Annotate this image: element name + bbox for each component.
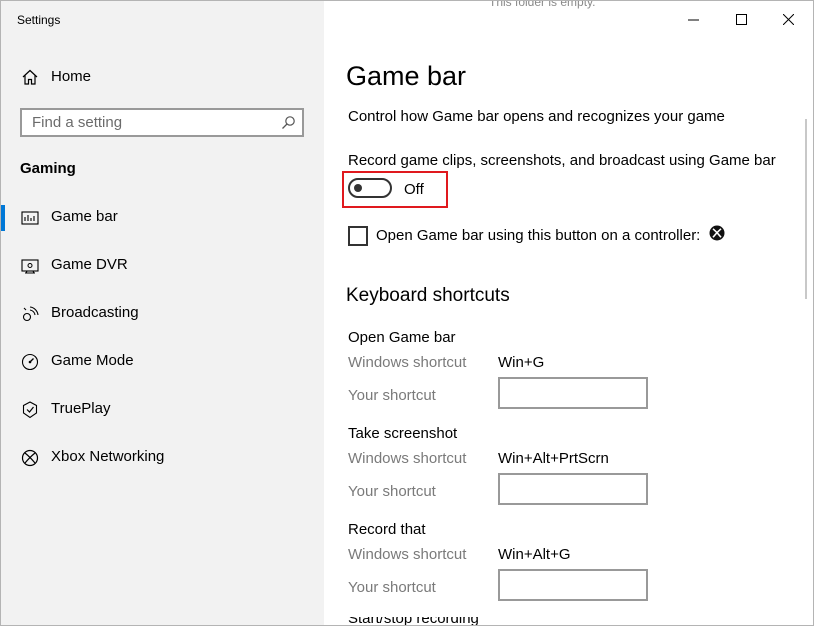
sidebar-item-game-bar[interactable]: Game bar [1,195,324,243]
xbox-icon [21,449,39,467]
sidebar-item-label: Game Mode [51,352,134,369]
shortcut-record-that: Record that Windows shortcut Win+Alt+G Y… [348,521,808,617]
settings-window: This folder is empty. Settings Home Gami… [0,0,814,626]
broadcasting-icon [22,306,39,322]
game-dvr-icon [21,259,39,274]
windows-shortcut-label: Windows shortcut [348,546,467,563]
cut-off-shortcut-title: Start/stop recording [348,617,479,626]
shortcut-take-screenshot: Take screenshot Windows shortcut Win+Alt… [348,425,808,521]
sidebar-item-label: Xbox Networking [51,448,165,465]
sidebar-item-xbox-networking[interactable]: Xbox Networking [1,435,324,483]
page-description: Control how Game bar opens and recognize… [348,108,725,125]
search-box[interactable] [20,108,304,137]
windows-shortcut-value: Win+Alt+PrtScrn [498,450,609,467]
record-toggle-label: Record game clips, screenshots, and broa… [348,152,776,169]
sidebar-item-trueplay[interactable]: TruePlay [1,387,324,435]
sidebar-item-game-mode[interactable]: Game Mode [1,339,324,387]
nav-home[interactable]: Home [1,59,324,95]
your-shortcut-label: Your shortcut [348,387,436,404]
main-content: Game bar Control how Game bar opens and … [324,1,813,625]
shortcut-title: Record that [348,521,426,538]
sidebar: Settings Home Gaming Game bar [1,1,324,625]
section-title: Gaming [20,160,76,177]
shortcut-title: Open Game bar [348,329,456,346]
sidebar-item-label: TruePlay [51,400,111,417]
sidebar-item-broadcasting[interactable]: Broadcasting [1,291,324,339]
window-title: Settings [17,13,61,27]
sidebar-item-game-dvr[interactable]: Game DVR [1,243,324,291]
sidebar-item-label: Game bar [51,208,118,225]
windows-shortcut-value: Win+Alt+G [498,546,571,563]
controller-checkbox-label[interactable]: Open Game bar using this button on a con… [376,227,700,244]
shortcut-open-game-bar: Open Game bar Windows shortcut Win+G You… [348,329,808,425]
windows-shortcut-label: Windows shortcut [348,450,467,467]
your-shortcut-label: Your shortcut [348,483,436,500]
your-shortcut-input[interactable] [498,569,648,601]
record-toggle[interactable] [348,178,392,198]
your-shortcut-label: Your shortcut [348,579,436,596]
page-title: Game bar [346,61,467,91]
sidebar-item-label: Broadcasting [51,304,139,321]
record-toggle-state: Off [404,181,424,198]
your-shortcut-input[interactable] [498,473,648,505]
toggle-knob [354,184,362,192]
sidebar-item-label: Game DVR [51,256,128,273]
xbox-button-icon [709,225,725,241]
windows-shortcut-value: Win+G [498,354,545,371]
your-shortcut-input[interactable] [498,377,648,409]
keyboard-shortcuts-title: Keyboard shortcuts [346,285,510,306]
game-bar-icon [21,211,39,225]
scrollbar[interactable] [805,119,807,299]
nav-list: Game bar Game DVR Broadcasting Game Mode… [1,195,324,483]
cut-off-text: Start/stop recording [348,617,479,626]
search-input[interactable] [22,110,282,135]
trueplay-icon [22,401,38,419]
controller-checkbox[interactable] [348,226,368,246]
windows-shortcut-label: Windows shortcut [348,354,467,371]
shortcut-title: Take screenshot [348,425,458,442]
search-icon[interactable] [281,115,296,130]
home-icon [22,69,38,85]
game-mode-icon [21,353,39,371]
nav-home-label: Home [51,68,92,85]
